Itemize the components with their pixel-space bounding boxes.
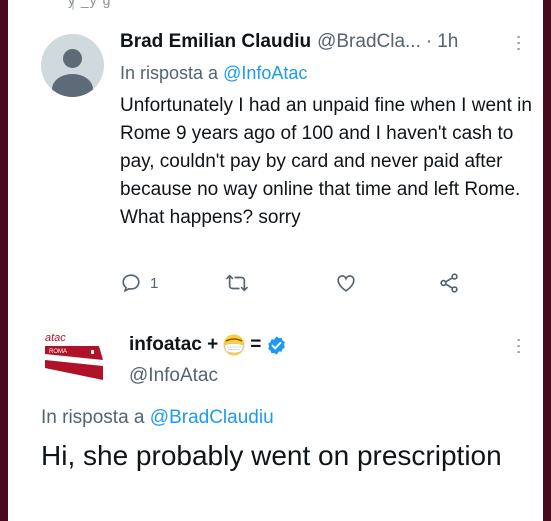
tweet-header: Brad Emilian Claudiu @BradCla... · 1h	[120, 31, 523, 53]
default-avatar-head	[63, 49, 82, 68]
atac-logo-graphic: atac ROMA	[45, 332, 103, 380]
previous-tweet-fragment: y _y g	[68, 0, 112, 8]
main-tweet-text: Hi, she probably went on prescription	[41, 440, 502, 471]
retweet-icon	[226, 274, 248, 292]
mask-emoji-icon	[223, 334, 245, 356]
atac-logo[interactable]: atac ROMA	[41, 330, 107, 382]
name-suffix: =	[250, 334, 262, 355]
main-reply-to-link[interactable]: @BradClaudiu	[150, 407, 274, 428]
logo-text-bottom: ROMA	[49, 349, 67, 355]
tweet-text: Unfortunately I had an unpaid fine when …	[120, 95, 532, 228]
more-icon[interactable]: ⋯	[508, 34, 530, 50]
reply-to-link[interactable]: @InfoAtac	[223, 63, 307, 83]
main-author-handle[interactable]: @InfoAtac	[129, 365, 218, 387]
more-icon[interactable]: ⋯	[508, 337, 530, 353]
author-handle[interactable]: @BradCla...	[317, 31, 421, 53]
avatar[interactable]	[41, 34, 104, 97]
reply-prefix: In risposta a	[120, 63, 219, 83]
reply-count: 1	[150, 274, 159, 292]
like-icon	[337, 275, 355, 292]
reply-button[interactable]: 1	[120, 272, 158, 294]
reply-icon	[122, 274, 140, 293]
main-author-name-row: infoatac + =	[129, 333, 287, 357]
main-author-name[interactable]: infoatac +	[129, 334, 218, 356]
retweet-button[interactable]	[225, 272, 249, 294]
tweet-thread-card: y _y g Brad Emilian Claudiu @BradCla... …	[8, 0, 543, 521]
share-icon	[440, 273, 458, 293]
main-reply-context: In risposta a @BradClaudiu	[41, 407, 274, 429]
author-name[interactable]: Brad Emilian Claudiu	[120, 31, 311, 53]
logo-text-top: atac	[45, 332, 66, 344]
separator-dot: ·	[425, 31, 433, 52]
reply-context: In risposta a @InfoAtac	[120, 63, 307, 84]
timestamp[interactable]: 1h	[437, 31, 458, 53]
default-avatar-body	[52, 74, 93, 97]
share-button[interactable]	[438, 272, 460, 294]
tweet-actions: 1	[120, 272, 540, 300]
like-button[interactable]	[335, 272, 357, 294]
main-reply-prefix: In risposta a	[41, 407, 145, 428]
verified-badge-icon	[268, 335, 286, 355]
